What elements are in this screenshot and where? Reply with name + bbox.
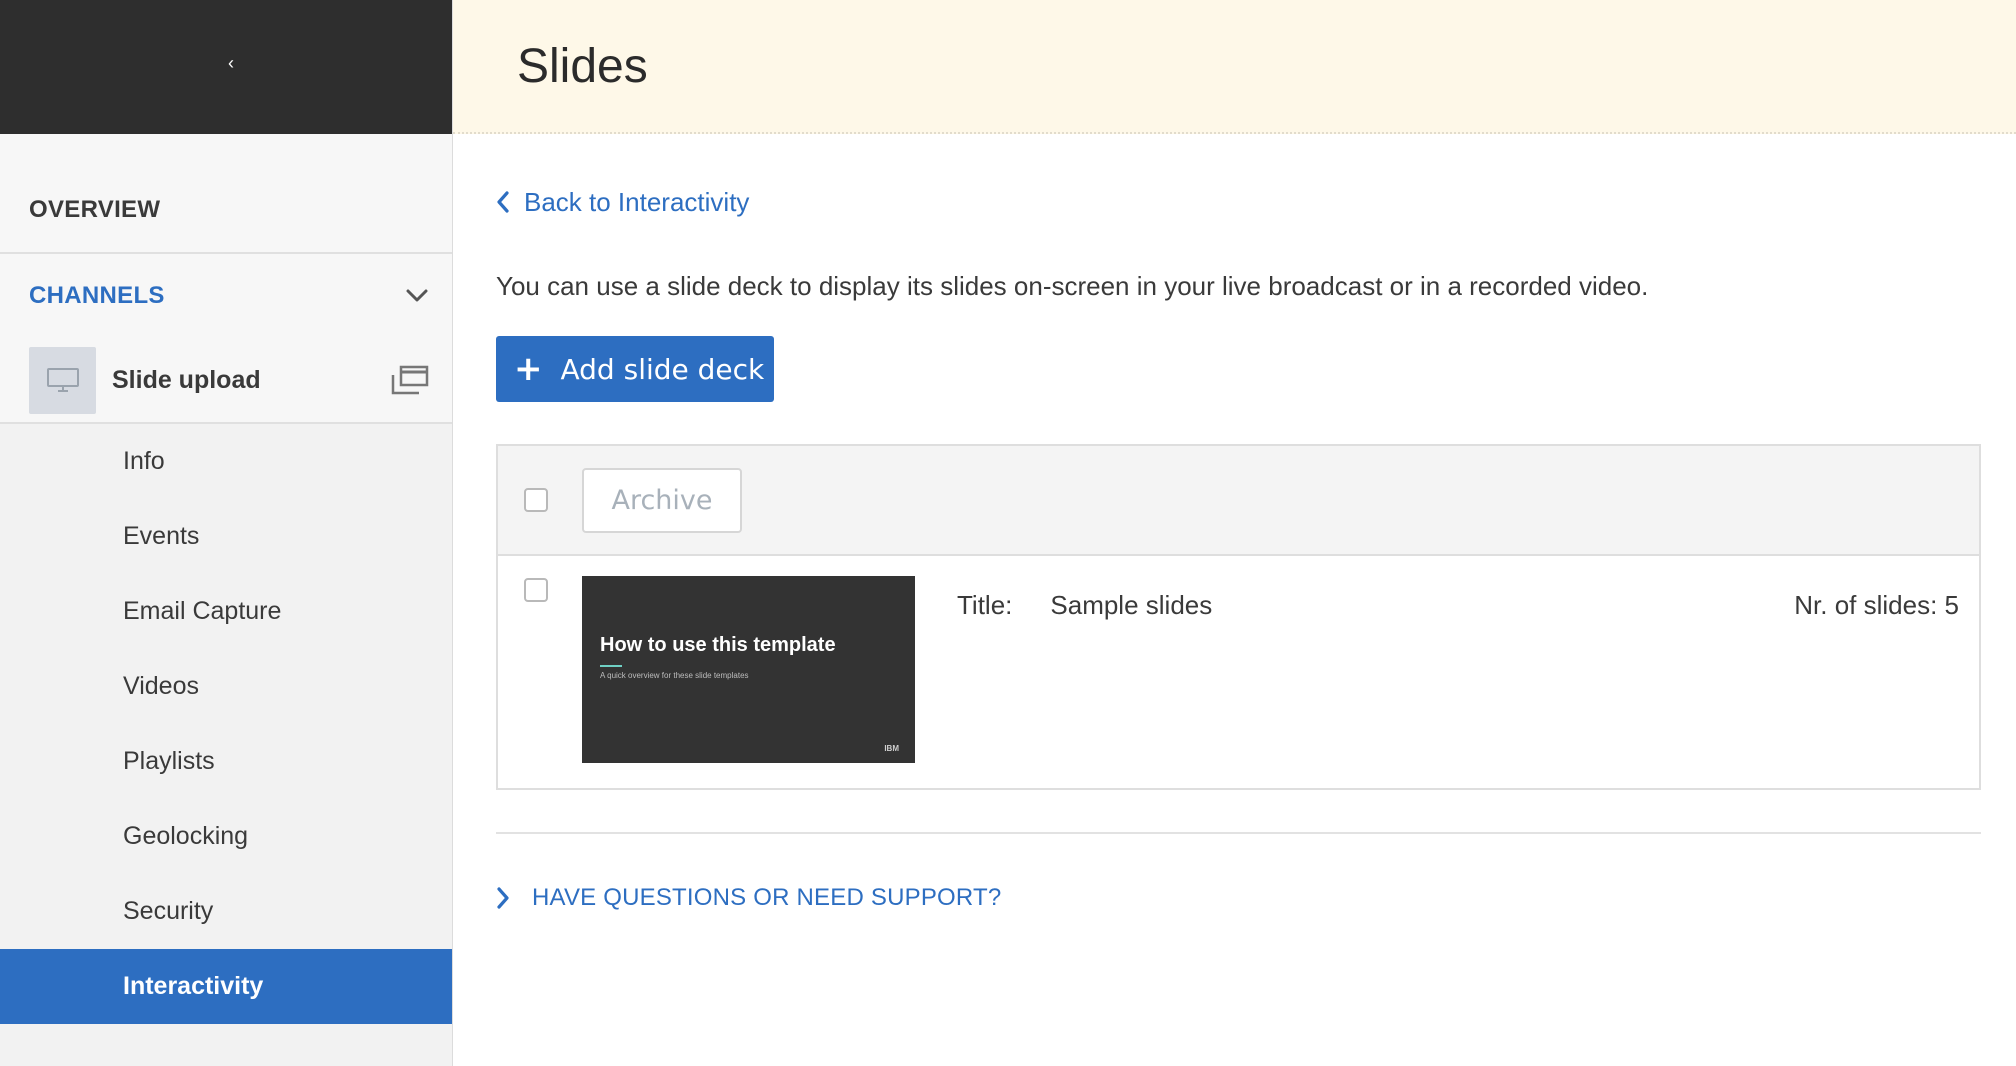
deck-title-label: Title: bbox=[957, 590, 1013, 620]
sidebar-header: ‹ bbox=[0, 0, 452, 134]
deck-title: Sample slides bbox=[1050, 590, 1213, 620]
subnav-item-info[interactable]: Info bbox=[0, 424, 452, 499]
chevron-right-icon bbox=[496, 886, 514, 910]
back-to-interactivity-link[interactable]: Back to Interactivity bbox=[496, 184, 749, 220]
nav-channels[interactable]: CHANNELS bbox=[0, 254, 452, 338]
support-toggle[interactable]: HAVE QUESTIONS OR NEED SUPPORT? bbox=[496, 884, 1001, 912]
chevron-left-icon bbox=[496, 189, 514, 215]
add-slide-deck-label: Add slide deck bbox=[560, 352, 765, 386]
table-row[interactable]: How to use this template A quick overvie… bbox=[498, 556, 1979, 788]
subnav-item-security[interactable]: Security bbox=[0, 874, 452, 949]
table-toolbar: Archive bbox=[498, 446, 1979, 556]
subnav-item-events[interactable]: Events bbox=[0, 499, 452, 574]
plus-icon: + bbox=[514, 349, 543, 389]
thumbnail-title: How to use this template bbox=[600, 634, 836, 656]
thumbnail-logo: IBM bbox=[884, 744, 899, 753]
channel-name: Slide upload bbox=[112, 365, 261, 394]
main-content: Slides Back to Interactivity You can use… bbox=[453, 0, 2016, 1066]
section-divider bbox=[496, 832, 1981, 834]
support-label: HAVE QUESTIONS OR NEED SUPPORT? bbox=[532, 884, 1002, 911]
app-window: ‹ OVERVIEW CHANNELS Slide upload Info Ev… bbox=[0, 0, 2016, 1066]
collapse-sidebar-icon[interactable]: ‹ bbox=[228, 53, 234, 74]
sidebar: ‹ OVERVIEW CHANNELS Slide upload Info Ev… bbox=[0, 0, 453, 1066]
subnav-item-email-capture[interactable]: Email Capture bbox=[0, 574, 452, 649]
subnav-item-playlists[interactable]: Playlists bbox=[0, 724, 452, 799]
select-all-checkbox[interactable] bbox=[524, 488, 548, 512]
thumbnail-underline bbox=[600, 665, 622, 667]
row-checkbox[interactable] bbox=[524, 578, 548, 602]
channel-subnav: Info Events Email Capture Videos Playlis… bbox=[0, 424, 452, 1024]
channels-section: CHANNELS Slide upload bbox=[0, 254, 452, 424]
monitor-icon bbox=[46, 368, 79, 392]
page-title: Slides bbox=[517, 39, 648, 93]
thumbnail-subtitle: A quick overview for these slide templat… bbox=[600, 671, 749, 680]
subnav-item-videos[interactable]: Videos bbox=[0, 649, 452, 724]
archive-button[interactable]: Archive bbox=[582, 467, 742, 533]
channel-selector[interactable]: Slide upload bbox=[0, 338, 452, 422]
channel-thumbnail bbox=[29, 346, 96, 414]
slide-deck-table: Archive How to use this template A quick… bbox=[496, 444, 1981, 790]
subnav-item-interactivity[interactable]: Interactivity bbox=[0, 949, 452, 1024]
sidebar-spacer bbox=[0, 134, 452, 168]
deck-slide-count: Nr. of slides: 5 bbox=[1794, 590, 1959, 620]
intro-text: You can use a slide deck to display its … bbox=[496, 271, 1649, 301]
add-slide-deck-button[interactable]: + Add slide deck bbox=[496, 336, 774, 402]
content-area: Back to Interactivity You can use a slid… bbox=[453, 184, 2016, 912]
subnav-item-geolocking[interactable]: Geolocking bbox=[0, 799, 452, 874]
nav-overview[interactable]: OVERVIEW bbox=[0, 168, 452, 254]
page-header: Slides bbox=[453, 0, 2016, 134]
slide-deck-thumbnail[interactable]: How to use this template A quick overvie… bbox=[582, 576, 915, 763]
switch-channel-icon[interactable] bbox=[390, 364, 430, 396]
nav-channels-label: CHANNELS bbox=[29, 282, 165, 309]
chevron-down-icon[interactable] bbox=[404, 283, 430, 309]
back-link-label: Back to Interactivity bbox=[524, 186, 750, 217]
